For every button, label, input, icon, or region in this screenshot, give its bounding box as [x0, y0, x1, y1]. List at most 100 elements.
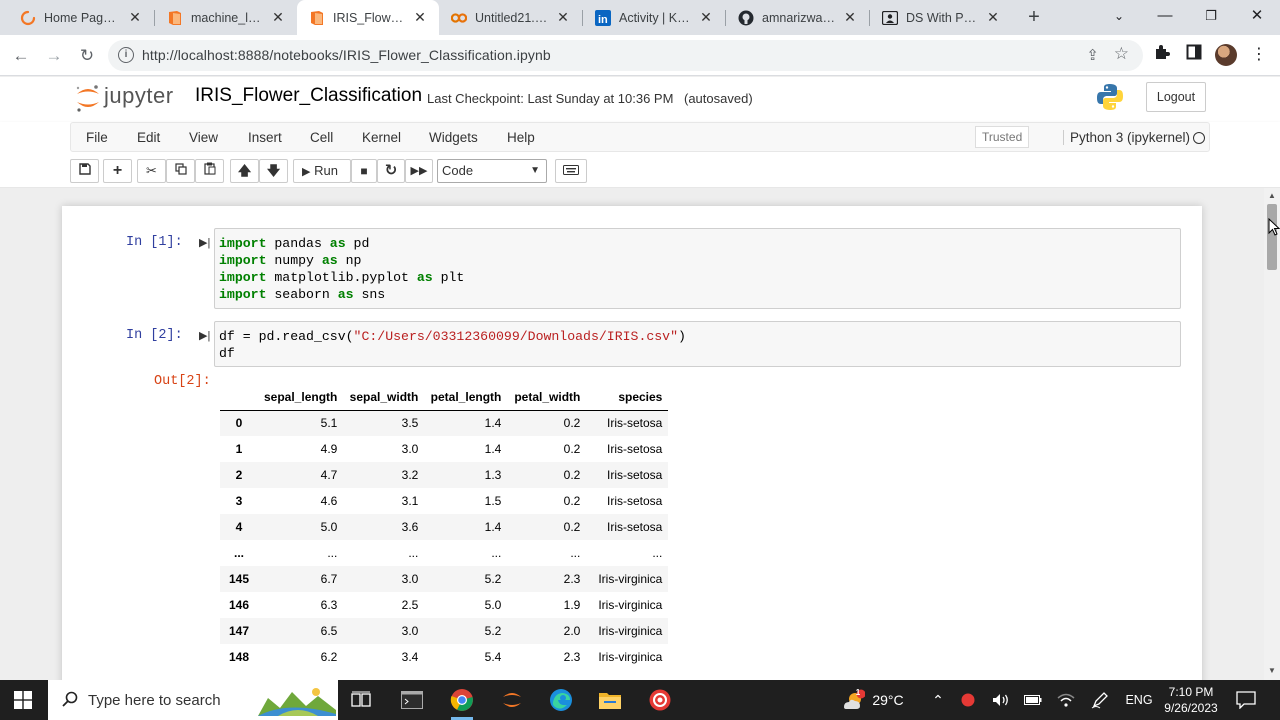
run-cell-indicator-icon[interactable]: ▶| — [199, 236, 210, 249]
jupyter-logo-text[interactable]: jupyter — [104, 83, 174, 109]
close-icon[interactable]: ✕ — [411, 9, 429, 26]
restart-kernel-icon[interactable]: ↻ — [377, 159, 405, 183]
paste-clipboard-icon[interactable] — [195, 159, 224, 183]
file-explorer-icon[interactable] — [587, 680, 633, 720]
back-arrow-icon[interactable]: ← — [8, 43, 34, 69]
profile-avatar[interactable] — [1215, 44, 1237, 66]
tab-untitled21[interactable]: Untitled21.ipyr ✕ — [439, 0, 582, 35]
menu-kernel[interactable]: Kernel — [362, 130, 401, 145]
cell-type-select[interactable]: Code ▼ — [437, 159, 547, 183]
command-palette-keyboard-icon[interactable] — [555, 159, 587, 183]
side-panel-icon[interactable] — [1183, 44, 1205, 66]
table-cell: 3.5 — [343, 410, 425, 436]
battery-icon[interactable] — [1022, 680, 1044, 720]
scrollbar-thumb[interactable] — [1267, 204, 1277, 270]
chevron-up-icon[interactable]: ⌃ — [928, 680, 948, 720]
menu-help[interactable]: Help — [507, 130, 535, 145]
url-text[interactable]: http://localhost:8888/notebooks/IRIS_Flo… — [142, 47, 551, 63]
code-cell-1-input[interactable]: import pandas as pd import numpy as np i… — [214, 228, 1181, 309]
save-button[interactable] — [70, 159, 99, 183]
site-info-icon[interactable]: i — [118, 47, 134, 63]
search-highlight-landscape-icon[interactable] — [258, 684, 336, 716]
menu-cell[interactable]: Cell — [310, 130, 333, 145]
tab-search-chevron-icon[interactable]: ⌄ — [1096, 0, 1142, 35]
table-cell: Iris-setosa — [586, 514, 669, 540]
run-button[interactable]: ▶ Run — [293, 159, 351, 183]
menu-widgets[interactable]: Widgets — [429, 130, 478, 145]
wifi-icon[interactable] — [1055, 680, 1077, 720]
vertical-scrollbar[interactable]: ▲ ▼ — [1264, 188, 1280, 680]
column-header: species — [586, 384, 669, 411]
trusted-indicator[interactable]: Trusted — [975, 126, 1030, 148]
clock-date: 9/26/2023 — [1164, 701, 1218, 715]
restore-icon[interactable]: ❐ — [1188, 0, 1234, 35]
new-tab-button[interactable]: + — [1022, 6, 1046, 30]
terminal-app-icon[interactable] — [389, 680, 435, 720]
tab-github[interactable]: amnarizwan20 ✕ — [726, 0, 869, 35]
close-icon[interactable]: ✕ — [126, 9, 144, 26]
recording-app-icon[interactable] — [637, 680, 683, 720]
kebab-menu-icon[interactable]: ⋮ — [1248, 44, 1270, 66]
windows-start-icon[interactable] — [14, 691, 32, 709]
move-up-arrow-icon[interactable]: 🡅 — [230, 159, 259, 183]
insert-cell-plus-icon[interactable]: + — [103, 159, 132, 183]
table-cell: 4.9 — [320, 442, 338, 456]
forward-arrow-icon[interactable]: → — [41, 43, 67, 69]
taskbar-search-box[interactable]: Type here to search — [48, 680, 338, 720]
scroll-up-arrow-icon[interactable]: ▲ — [1268, 191, 1276, 200]
code-cell-2-input[interactable]: df = pd.read_csv("C:/Users/03312360099/D… — [214, 321, 1181, 367]
table-cell: 1.4 — [424, 514, 508, 540]
window-close-icon[interactable]: ✕ — [1234, 0, 1280, 35]
reload-icon[interactable]: ↻ — [74, 43, 100, 69]
tab-machine-learning[interactable]: machine_learni ✕ — [155, 0, 297, 35]
tab-home-page[interactable]: Home Page - S ✕ — [8, 0, 154, 35]
close-icon[interactable]: ✕ — [841, 9, 859, 26]
copy-icon[interactable] — [166, 159, 195, 183]
jupyter-app-icon[interactable] — [489, 680, 535, 720]
chrome-app-icon[interactable] — [439, 680, 485, 720]
menu-insert[interactable]: Insert — [248, 130, 282, 145]
tab-iris-flower[interactable]: IRIS_Flower_Cl ✕ — [297, 0, 439, 35]
column-header: petal_length — [424, 384, 508, 411]
extensions-puzzle-icon[interactable] — [1151, 44, 1173, 66]
close-icon[interactable]: ✕ — [697, 9, 715, 26]
record-indicator-icon[interactable] — [958, 680, 978, 720]
taskbar-clock[interactable]: 7:10 PM 9/26/2023 — [1160, 684, 1222, 716]
kernel-name[interactable]: Python 3 (ipykernel) — [1063, 130, 1190, 145]
menu-edit[interactable]: Edit — [137, 130, 160, 145]
close-icon[interactable]: ✕ — [269, 9, 287, 26]
restart-run-all-fast-forward-icon[interactable]: ▶▶ — [405, 159, 433, 183]
weather-badge: 1 — [855, 687, 861, 697]
pen-input-icon[interactable] — [1088, 680, 1112, 720]
run-cell-indicator-icon[interactable]: ▶| — [199, 329, 210, 342]
tab-linkedin-activity[interactable]: in Activity | Khuz ✕ — [583, 0, 725, 35]
close-icon[interactable]: ✕ — [554, 9, 572, 26]
table-row: 147 6.5 3.0 5.2 2.0 Iris-virginica — [220, 618, 669, 644]
notebook-title[interactable]: IRIS_Flower_Classification — [195, 85, 422, 107]
menu-view[interactable]: View — [189, 130, 218, 145]
address-bar[interactable]: i http://localhost:8888/notebooks/IRIS_F… — [108, 40, 1143, 71]
logout-button[interactable]: Logout — [1146, 82, 1206, 112]
table-cell: 5.4 — [484, 650, 502, 664]
move-down-arrow-icon[interactable]: 🡇 — [259, 159, 288, 183]
menu-file[interactable]: File — [86, 130, 108, 145]
language-indicator[interactable]: ENG — [1120, 680, 1158, 720]
notification-center-icon[interactable] — [1236, 691, 1256, 710]
temperature[interactable]: 29°C — [868, 680, 908, 720]
close-icon[interactable]: ✕ — [984, 9, 1002, 26]
bookmark-star-icon[interactable]: ☆ — [1114, 44, 1129, 64]
python-logo-icon — [1095, 82, 1125, 112]
volume-speaker-icon[interactable] — [990, 680, 1012, 720]
code-line: import pandas as pd — [219, 236, 370, 251]
cut-scissors-icon[interactable]: ✂ — [137, 159, 166, 183]
task-view-icon[interactable] — [338, 680, 384, 720]
share-icon[interactable]: ⇪ — [1086, 46, 1099, 64]
interrupt-stop-icon[interactable]: ■ — [351, 159, 377, 183]
minimize-icon[interactable]: — — [1142, 0, 1188, 35]
jupyter-logo-icon[interactable] — [74, 83, 102, 113]
edge-app-icon[interactable] — [538, 680, 584, 720]
table-cell: 3.0 — [343, 618, 425, 644]
scroll-down-arrow-icon[interactable]: ▼ — [1268, 666, 1276, 675]
tab-ds-with-python[interactable]: DS With Pytho ✕ — [870, 0, 1012, 35]
run-label: Run — [314, 163, 338, 178]
